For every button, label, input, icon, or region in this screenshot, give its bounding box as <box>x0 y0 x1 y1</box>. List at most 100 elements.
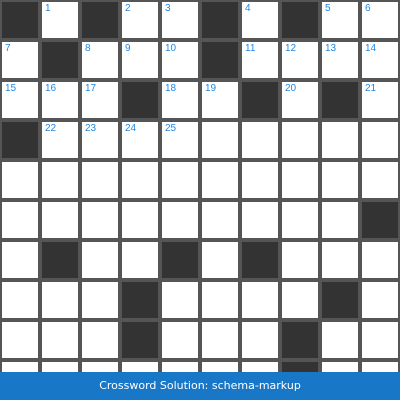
grid-cell[interactable] <box>200 200 240 240</box>
grid-cell[interactable] <box>0 320 40 360</box>
grid-cell[interactable] <box>120 240 160 280</box>
clue-number: 9 <box>125 43 131 54</box>
clue-number: 20 <box>285 83 297 94</box>
grid-cell[interactable] <box>40 360 80 372</box>
black-cell <box>0 120 40 160</box>
grid-cell[interactable]: 6 <box>360 0 400 40</box>
clue-number: 1 <box>45 3 51 14</box>
grid-cell[interactable] <box>200 280 240 320</box>
grid-cell[interactable] <box>280 280 320 320</box>
grid-cell[interactable]: 3 <box>160 0 200 40</box>
grid-cell[interactable]: 2 <box>120 0 160 40</box>
grid-cell[interactable] <box>280 240 320 280</box>
grid-cell[interactable] <box>200 120 240 160</box>
grid-cell[interactable]: 19 <box>200 80 240 120</box>
grid-cell[interactable] <box>240 360 280 372</box>
grid-cell[interactable]: 21 <box>360 80 400 120</box>
grid-cell[interactable] <box>320 160 360 200</box>
clue-number: 7 <box>5 43 11 54</box>
grid-cell[interactable] <box>160 320 200 360</box>
grid-cell[interactable] <box>160 160 200 200</box>
grid-cell[interactable] <box>320 120 360 160</box>
grid-cell[interactable]: 23 <box>80 120 120 160</box>
grid-cell[interactable] <box>40 320 80 360</box>
black-cell <box>240 240 280 280</box>
grid-cell[interactable]: 13 <box>320 40 360 80</box>
grid-cell[interactable] <box>320 320 360 360</box>
grid-cell[interactable]: 8 <box>80 40 120 80</box>
black-cell <box>40 40 80 80</box>
grid-cell[interactable] <box>240 160 280 200</box>
grid-cell[interactable] <box>320 240 360 280</box>
grid-cell[interactable] <box>200 160 240 200</box>
grid-cell[interactable] <box>240 200 280 240</box>
grid-cell[interactable] <box>200 240 240 280</box>
grid-cell[interactable]: 7 <box>0 40 40 80</box>
clue-number: 16 <box>45 83 57 94</box>
grid-cell[interactable]: 14 <box>360 40 400 80</box>
grid-cell[interactable] <box>200 360 240 372</box>
grid-cell[interactable] <box>80 280 120 320</box>
grid-cell[interactable]: 17 <box>80 80 120 120</box>
grid-cell[interactable]: 16 <box>40 80 80 120</box>
black-cell <box>120 280 160 320</box>
grid-cell[interactable] <box>160 280 200 320</box>
grid-cell[interactable] <box>80 240 120 280</box>
grid-cell[interactable] <box>360 360 400 372</box>
clue-number: 18 <box>165 83 177 94</box>
grid-cell[interactable] <box>360 160 400 200</box>
grid-cell[interactable] <box>0 240 40 280</box>
grid-cell[interactable] <box>120 200 160 240</box>
clue-number: 19 <box>205 83 217 94</box>
clue-number: 11 <box>245 43 256 54</box>
grid-cell[interactable] <box>0 200 40 240</box>
grid-cell[interactable] <box>320 360 360 372</box>
grid-cell[interactable]: 12 <box>280 40 320 80</box>
grid-cell[interactable]: 4 <box>240 0 280 40</box>
grid-cell[interactable] <box>40 160 80 200</box>
grid-cell[interactable]: 5 <box>320 0 360 40</box>
grid-cell[interactable] <box>80 160 120 200</box>
grid-cell[interactable] <box>240 120 280 160</box>
grid-cell[interactable] <box>200 320 240 360</box>
grid-cell[interactable]: 20 <box>280 80 320 120</box>
grid-cell[interactable] <box>280 200 320 240</box>
clue-number: 12 <box>285 43 297 54</box>
grid-cell[interactable]: 24 <box>120 120 160 160</box>
grid-cell[interactable] <box>40 280 80 320</box>
black-cell <box>160 240 200 280</box>
grid-cell[interactable] <box>360 120 400 160</box>
grid-cell[interactable]: 1 <box>40 0 80 40</box>
clue-number: 2 <box>125 3 131 14</box>
grid-cell[interactable] <box>160 200 200 240</box>
grid-cell[interactable] <box>80 200 120 240</box>
grid-cell[interactable] <box>40 200 80 240</box>
grid-cell[interactable] <box>240 280 280 320</box>
clue-number: 10 <box>165 43 177 54</box>
grid-cell[interactable] <box>280 120 320 160</box>
grid-cell[interactable] <box>120 360 160 372</box>
grid-cell[interactable] <box>320 200 360 240</box>
grid-cell[interactable] <box>360 320 400 360</box>
grid-cell[interactable] <box>120 160 160 200</box>
grid-cell[interactable] <box>80 320 120 360</box>
grid-cell[interactable] <box>240 320 280 360</box>
grid-cell[interactable]: 25 <box>160 120 200 160</box>
clue-number: 22 <box>45 123 57 134</box>
grid-cell[interactable] <box>160 360 200 372</box>
grid-cell[interactable] <box>360 240 400 280</box>
grid-cell[interactable] <box>0 360 40 372</box>
grid-cell[interactable]: 10 <box>160 40 200 80</box>
grid-cell[interactable]: 22 <box>40 120 80 160</box>
black-cell <box>280 0 320 40</box>
grid-cell[interactable] <box>0 280 40 320</box>
grid-cell[interactable]: 15 <box>0 80 40 120</box>
grid-cell[interactable] <box>80 360 120 372</box>
grid-cell[interactable]: 9 <box>120 40 160 80</box>
grid-cell[interactable]: 11 <box>240 40 280 80</box>
grid-cell[interactable] <box>360 280 400 320</box>
grid-cell[interactable] <box>280 160 320 200</box>
clue-number: 24 <box>125 123 137 134</box>
grid-cell[interactable] <box>0 160 40 200</box>
grid-cell[interactable]: 18 <box>160 80 200 120</box>
